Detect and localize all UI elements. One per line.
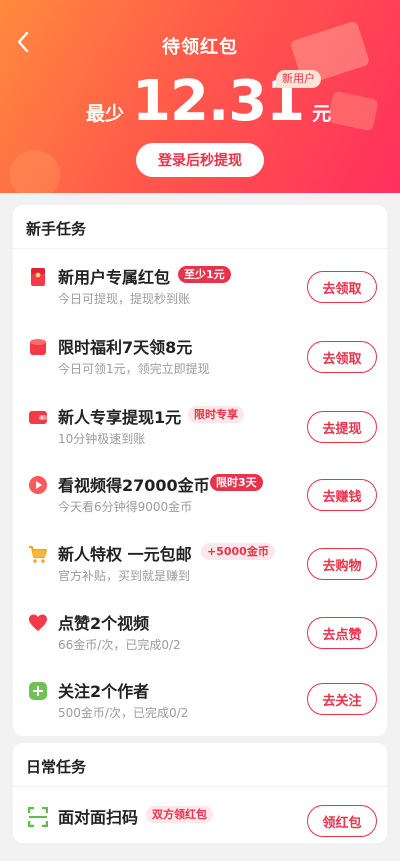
claim-button[interactable]: 去领取	[307, 341, 377, 373]
red-packet-icon	[30, 339, 46, 355]
add-user-icon	[29, 682, 47, 700]
task-title: 新人专享提现1元	[58, 408, 182, 427]
task-subtitle: 官方补贴，买到就是赚到	[58, 569, 191, 583]
task-tag: 双方领红包	[146, 806, 213, 823]
cart-icon	[29, 546, 47, 563]
task-subtitle: 66金币/次，已完成0/2	[58, 638, 181, 652]
shop-button[interactable]: 去购物	[307, 548, 377, 580]
task-item: 点赞2个视频 66金币/次，已完成0/2 去点赞	[13, 603, 387, 667]
task-subtitle: 10分钟极速到账	[58, 432, 146, 446]
task-subtitle: 今日可提现，提现秒到账	[58, 292, 191, 306]
page-title: 待领红包	[162, 37, 238, 58]
task-tag: +5000金币	[201, 543, 275, 560]
task-item: 关注2个作者 500金币/次，已完成0/2 去关注	[13, 671, 387, 735]
task-title: 新人特权 一元包邮	[58, 545, 192, 564]
task-tag: 限时专享	[188, 406, 244, 423]
scan-icon	[28, 807, 48, 827]
task-tag: 限时3天	[210, 474, 263, 491]
task-item: 新人特权 一元包邮 +5000金币 官方补贴，买到就是赚到 去购物	[13, 534, 387, 598]
divider	[13, 248, 387, 249]
daily-tasks-card: 日常任务 面对面扫码 双方领红包 领红包	[13, 743, 387, 843]
new-user-badge: 新用户	[276, 70, 321, 88]
task-subtitle: 今日可领1元，领完立即提现	[58, 362, 210, 376]
like-button[interactable]: 去点赞	[307, 617, 377, 649]
section-title: 新手任务	[26, 220, 87, 238]
amount-prefix: 最少	[86, 103, 125, 125]
task-subtitle: 今天看6分钟得9000金币	[58, 500, 193, 514]
task-item: 新人专享提现1元 限时专享 10分钟极速到账 去提现	[13, 397, 387, 461]
play-icon	[29, 476, 47, 494]
earn-button[interactable]: 去赚钱	[307, 479, 377, 511]
task-title: 面对面扫码	[58, 808, 139, 827]
task-tag: 至少1元	[178, 266, 231, 283]
reward-header: 待领红包 最少 12.31 元 新用户 登录后秒提现	[0, 0, 400, 193]
login-withdraw-button[interactable]: 登录后秒提现	[136, 143, 264, 177]
claim-button[interactable]: 去领取	[307, 271, 377, 303]
task-subtitle: 500金币/次，已完成0/2	[58, 706, 189, 720]
new-user-tasks-card: 新手任务 新用户专属红包 至少1元 今日可提现，提现秒到账 去领取 限时福利7天…	[13, 205, 387, 736]
task-item: 限时福利7天领8元 今日可领1元，领完立即提现 去领取	[13, 327, 387, 391]
decoration-envelope	[327, 90, 379, 132]
heart-icon	[29, 614, 47, 631]
section-title: 日常任务	[26, 758, 87, 776]
follow-button[interactable]: 去关注	[307, 683, 377, 715]
task-title: 新用户专属红包	[58, 268, 171, 287]
amount-unit: 元	[312, 103, 332, 125]
task-item: 新用户专属红包 至少1元 今日可提现，提现秒到账 去领取	[13, 257, 387, 321]
task-item: 看视频得27000金币 限时3天 今天看6分钟得9000金币 去赚钱	[13, 465, 387, 529]
withdraw-button[interactable]: 去提现	[307, 411, 377, 443]
task-title: 关注2个作者	[58, 682, 150, 701]
divider	[13, 786, 387, 787]
claim-red-packet-button[interactable]: 领红包	[307, 805, 377, 837]
task-title: 点赞2个视频	[58, 614, 150, 633]
task-title: 限时福利7天领8元	[58, 338, 193, 357]
wallet-icon	[29, 411, 47, 424]
task-title: 看视频得27000金币	[58, 476, 210, 495]
red-envelope-icon	[31, 268, 45, 286]
decoration-coin	[10, 150, 60, 193]
task-item: 面对面扫码 双方领红包 领红包	[13, 797, 387, 861]
